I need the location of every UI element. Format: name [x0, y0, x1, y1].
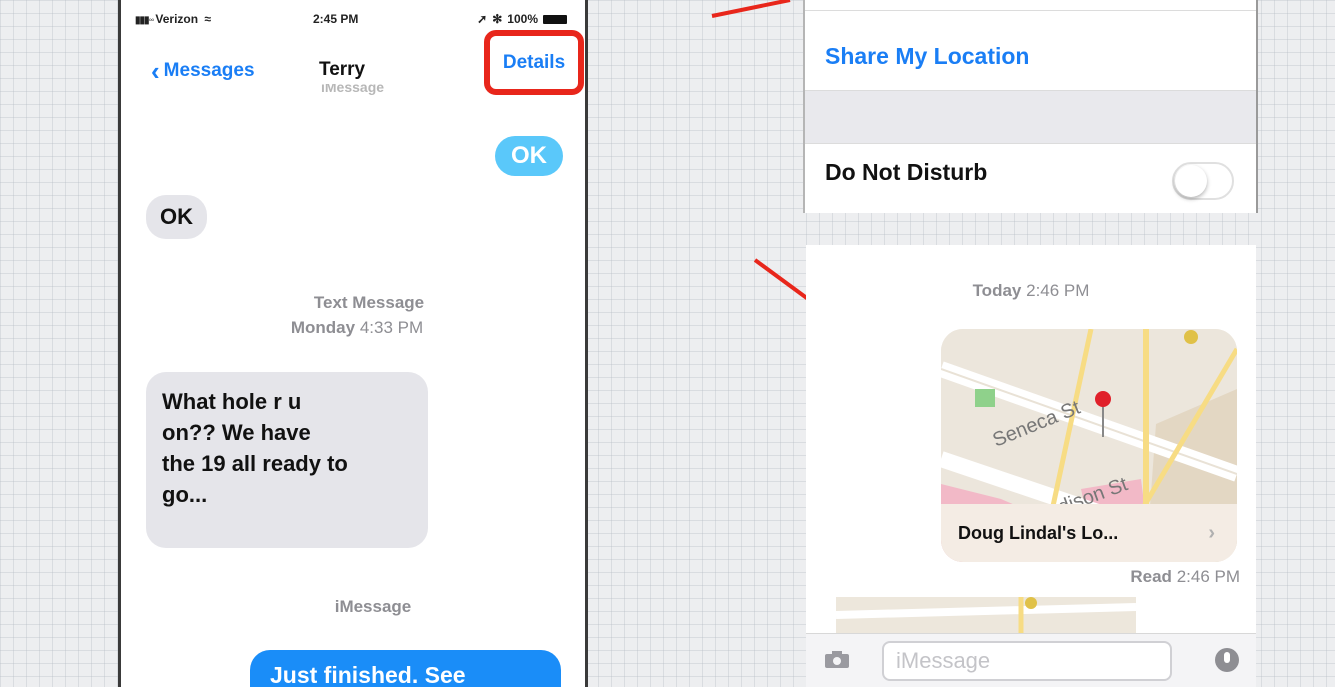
camera-icon[interactable]	[824, 649, 850, 669]
message-input[interactable]: iMessage	[882, 641, 1172, 681]
message-input-bar: iMessage	[806, 633, 1256, 687]
arrow-top	[711, 0, 791, 18]
timestamp-today: Today 2:46 PM	[972, 281, 1090, 300]
read-receipt: Read 2:46 PM	[1130, 567, 1240, 586]
section-separator	[805, 90, 1256, 144]
do-not-disturb-toggle[interactable]	[1172, 162, 1234, 200]
map-park	[975, 389, 995, 407]
details-settings-panel: Share My Location Do Not Disturb	[803, 0, 1258, 213]
microphone-icon[interactable]	[1214, 645, 1240, 675]
share-my-location-row[interactable]: Share My Location	[805, 10, 1256, 101]
second-map-preview	[836, 597, 1136, 633]
map-pin-icon	[1095, 391, 1111, 407]
chevron-right-icon: ›	[1208, 521, 1215, 544]
shared-location-map[interactable]: Seneca St dison St Doug Lindal's Lo... ›	[941, 329, 1237, 562]
map-caption: Doug Lindal's Lo... ›	[941, 504, 1237, 562]
location-message-panel: Today 2:46 PM Seneca St dison St Doug Li…	[806, 245, 1256, 687]
